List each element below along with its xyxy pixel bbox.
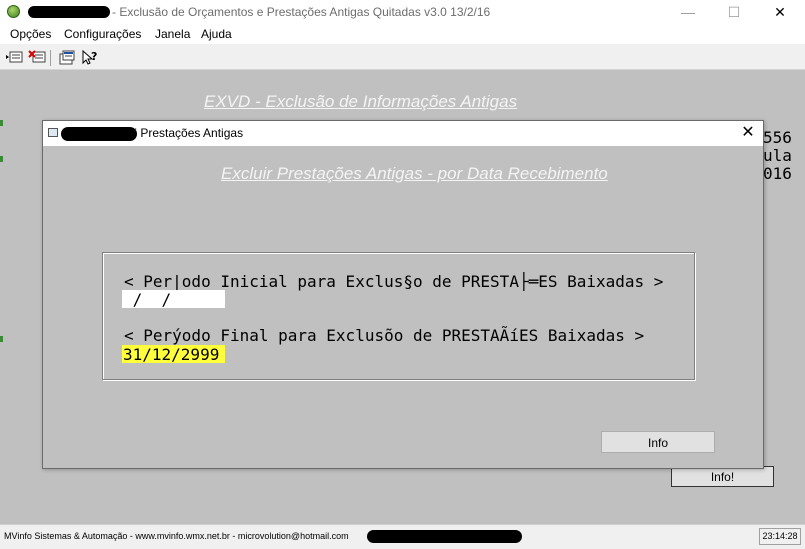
background-info-button[interactable]: Info! <box>671 466 774 487</box>
menu-configuracoes[interactable]: Configurações <box>64 27 141 41</box>
dialog-close-button[interactable]: ✕ <box>736 123 760 143</box>
dialog-heading: Excluir Prestações Antigas - por Data Re… <box>221 164 608 183</box>
info-button[interactable]: Info <box>601 431 715 453</box>
window-titlebar[interactable]: - Exclusão de Orçamentos e Prestações An… <box>0 0 805 24</box>
redacted-status <box>367 530 522 543</box>
end-date-input[interactable] <box>122 345 225 363</box>
maximize-button[interactable]: ☐ <box>719 2 749 22</box>
background-side-text: 556 <box>763 128 792 147</box>
end-date-label: < Perýodo Final para Exclusõo de PRESTAÃ… <box>124 326 645 345</box>
edge-mark <box>0 120 3 126</box>
properties-icon[interactable] <box>58 49 76 66</box>
dialog-titlebar[interactable]: Exclui Prestações Antigas ✕ <box>43 121 763 146</box>
close-button[interactable]: ✕ <box>765 2 795 22</box>
help-cursor-icon[interactable]: ? <box>81 49 99 66</box>
window-list-icon[interactable] <box>5 49 23 66</box>
redacted-app-name <box>28 6 110 18</box>
menu-janela[interactable]: Janela <box>155 27 190 41</box>
background-side-text: ula <box>763 146 792 165</box>
menu-bar: Opções Configurações Janela Ajuda <box>0 24 805 44</box>
window-title: - Exclusão de Orçamentos e Prestações An… <box>112 5 491 19</box>
status-clock: 23:14:28 <box>759 528 801 545</box>
start-date-label: < Per|odo Inicial para Exclus§o de PREST… <box>124 272 664 291</box>
redacted-dialog-title <box>61 127 137 141</box>
dialog-window-icon <box>48 128 58 137</box>
background-heading: EXVD - Exclusão de Informações Antigas <box>204 92 518 111</box>
close-window-icon[interactable] <box>28 49 46 66</box>
minimize-button[interactable]: — <box>673 2 703 22</box>
toolbar-separator <box>50 50 51 66</box>
svg-text:?: ? <box>91 50 97 63</box>
exclude-installments-dialog: Exclui Prestações Antigas ✕ Excluir Pres… <box>42 120 764 469</box>
toolbar: ? <box>0 44 805 70</box>
start-date-input[interactable] <box>122 290 225 308</box>
status-text: MVinfo Sistemas & Automação - www.mvinfo… <box>4 531 349 541</box>
edge-mark <box>0 336 3 342</box>
edge-mark <box>0 156 3 162</box>
background-side-text: 016 <box>763 164 792 183</box>
status-bar: MVinfo Sistemas & Automação - www.mvinfo… <box>0 524 805 549</box>
menu-opcoes[interactable]: Opções <box>10 27 51 41</box>
app-icon <box>7 5 20 18</box>
menu-ajuda[interactable]: Ajuda <box>201 27 232 41</box>
